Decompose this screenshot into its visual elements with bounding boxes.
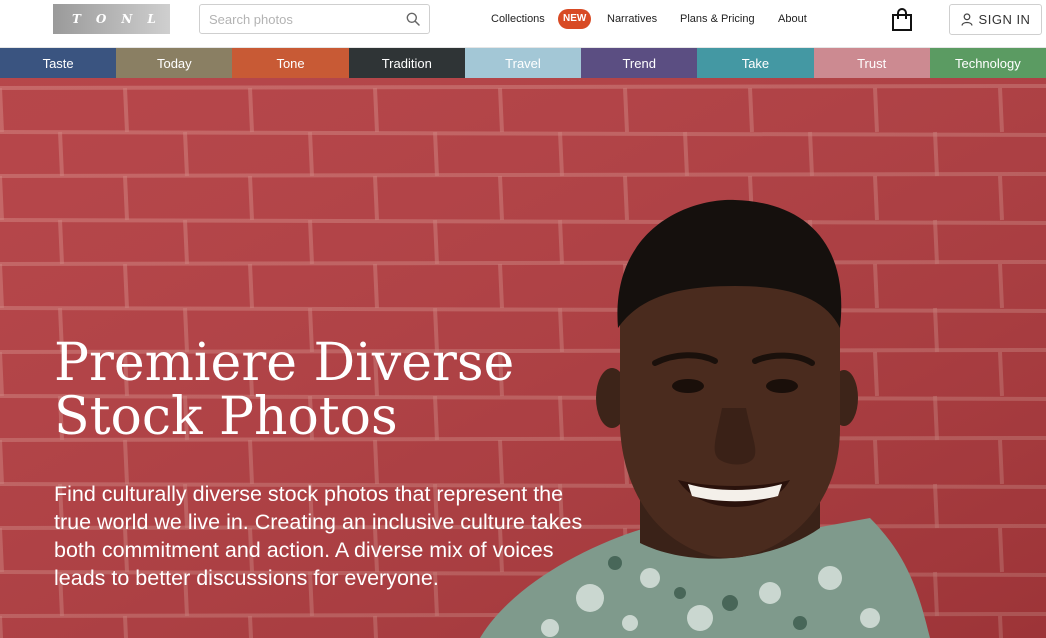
- user-icon: [960, 13, 973, 26]
- nav-about[interactable]: About: [778, 13, 807, 25]
- category-bar: Taste Today Tone Tradition Travel Trend Take Tr…: [0, 48, 1046, 78]
- search-input[interactable]: [200, 5, 396, 33]
- category-tradition[interactable]: Tradition: [348, 48, 465, 78]
- site-header: TONL Collections NEW Narratives Plans & …: [0, 0, 1046, 48]
- hero-description: Find culturally diverse stock photos tha…: [54, 482, 583, 590]
- nav-narratives[interactable]: Narratives: [607, 13, 657, 25]
- category-take[interactable]: Take: [697, 48, 814, 78]
- category-trend[interactable]: Trend: [581, 48, 698, 78]
- category-taste[interactable]: Taste: [0, 48, 117, 78]
- sign-in-label: SIGN IN: [978, 12, 1031, 27]
- nav-collections[interactable]: Collections: [491, 13, 545, 25]
- search-box: [199, 4, 430, 34]
- hero-section: Premiere Diverse Stock Photos Find cultu…: [0, 78, 1046, 638]
- nav-plans-pricing[interactable]: Plans & Pricing: [680, 13, 755, 25]
- tonl-logo[interactable]: TONL: [53, 4, 170, 34]
- shopping-bag-icon[interactable]: [891, 8, 913, 32]
- category-today[interactable]: Today: [116, 48, 233, 78]
- sign-in-button[interactable]: SIGN IN: [949, 4, 1042, 35]
- category-technology[interactable]: Technology: [929, 48, 1046, 78]
- category-trust[interactable]: Trust: [813, 48, 930, 78]
- logo-text: TONL: [72, 12, 171, 26]
- hero-title: Premiere Diverse Stock Photos: [54, 333, 515, 447]
- category-tone[interactable]: Tone: [232, 48, 349, 78]
- new-badge: NEW: [558, 9, 592, 29]
- category-travel[interactable]: Travel: [464, 48, 582, 78]
- search-icon[interactable]: [406, 12, 420, 26]
